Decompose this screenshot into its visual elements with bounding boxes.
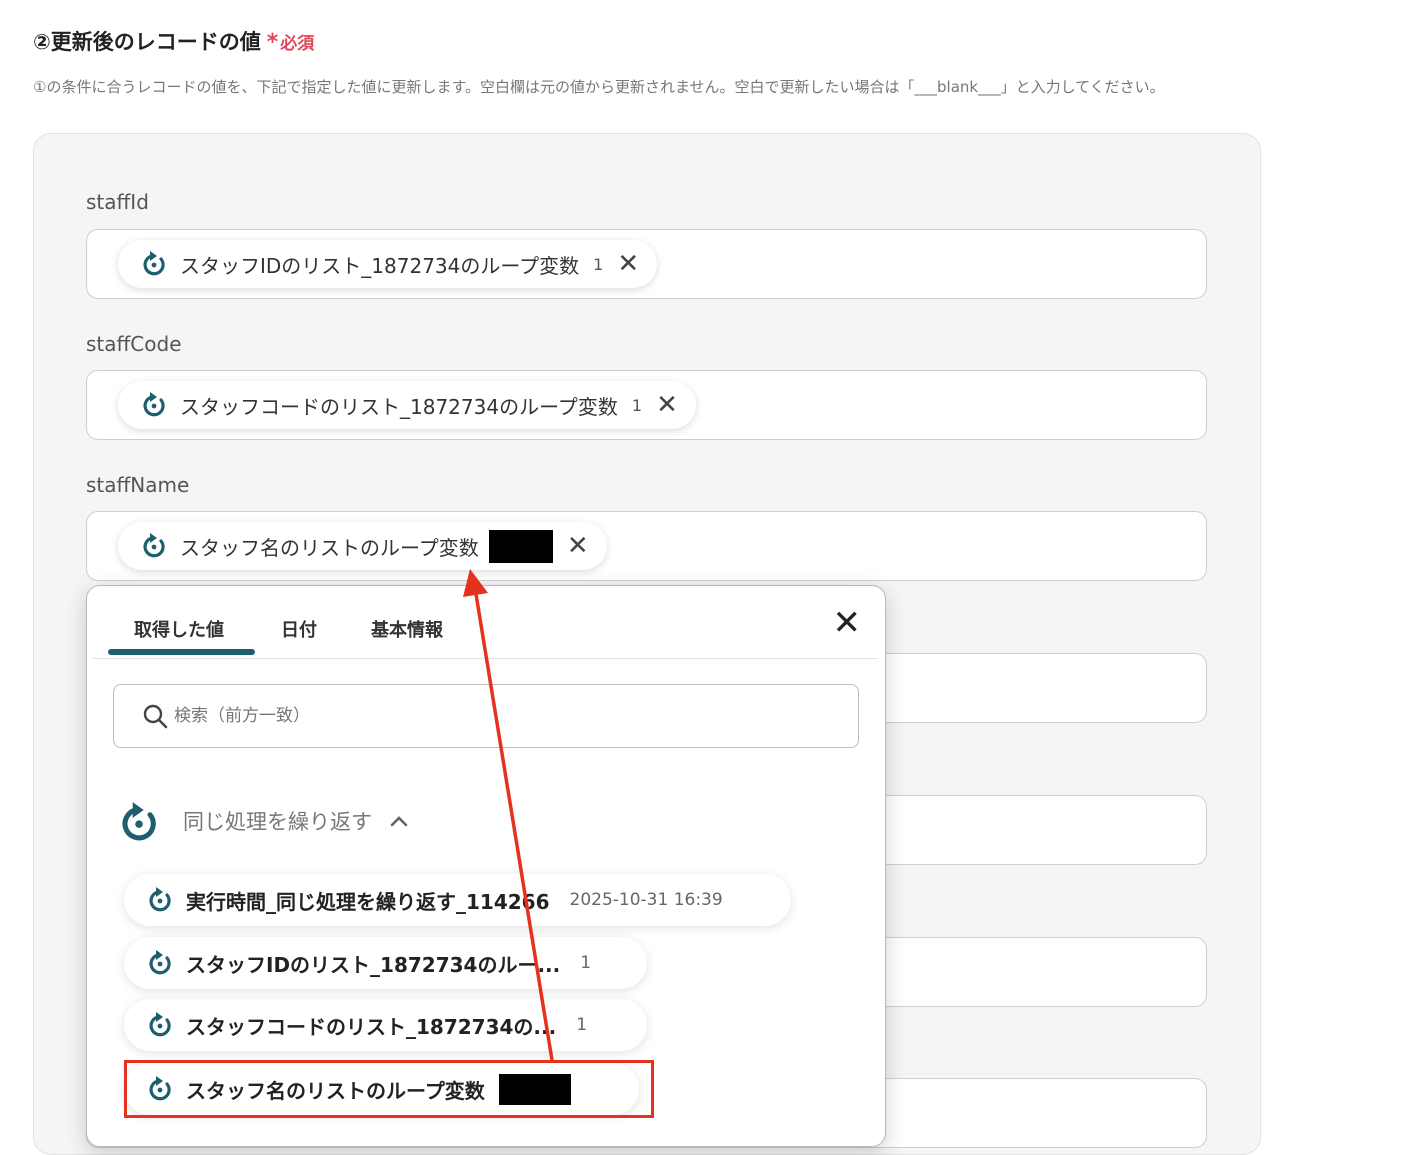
- chip-value: 1: [631, 395, 643, 415]
- remove-chip-icon[interactable]: ✕: [617, 251, 639, 277]
- field-label-staffname: staffName: [86, 473, 190, 497]
- list-item[interactable]: 実行時間_同じ処理を繰り返す_114266 2025-10-31 16:39: [124, 874, 791, 926]
- loop-icon: [143, 533, 165, 558]
- list-item[interactable]: スタッフコードのリスト_1872734の... 1: [124, 999, 647, 1051]
- required-badge: * 必須: [266, 30, 315, 55]
- field-input-staffcode[interactable]: スタッフコードのリスト_1872734のループ変数 1 ✕: [86, 370, 1207, 440]
- group-header[interactable]: 同じ処理を繰り返す: [117, 791, 408, 851]
- variable-chip[interactable]: スタッフIDのリスト_1872734のループ変数 1 ✕: [118, 240, 658, 288]
- active-tab-indicator: [108, 649, 255, 655]
- chip-label: スタッフコードのリスト_1872734のループ変数: [180, 394, 618, 419]
- chip-label: スタッフIDのリスト_1872734のループ変数: [180, 253, 580, 278]
- item-label: 実行時間_同じ処理を繰り返す_114266: [186, 889, 550, 914]
- section-title-text: ②更新後のレコードの値: [33, 30, 261, 54]
- chip-label: スタッフ名のリストのループ変数: [180, 535, 479, 560]
- search-icon: [143, 704, 168, 729]
- popup-tabs: 取得した値 日付 基本情報: [93, 586, 878, 659]
- item-value: 1: [580, 953, 592, 973]
- item-value: 1: [576, 1015, 588, 1035]
- chevron-up-icon[interactable]: [390, 815, 408, 827]
- tab-date[interactable]: 日付: [281, 616, 317, 642]
- tab-basic-info[interactable]: 基本情報: [371, 616, 443, 642]
- loop-icon: [143, 392, 165, 417]
- field-label-staffid: staffId: [86, 190, 149, 214]
- list-item[interactable]: スタッフIDのリスト_1872734のルー... 1: [124, 937, 647, 989]
- field-input-staffname[interactable]: スタッフ名のリストのループ変数 ✕: [86, 511, 1207, 581]
- variable-chip[interactable]: スタッフ名のリストのループ変数 ✕: [118, 522, 607, 570]
- loop-icon: [149, 1012, 171, 1037]
- loop-icon: [143, 251, 165, 276]
- loop-icon: [122, 802, 156, 841]
- item-label: スタッフIDのリスト_1872734のルー...: [186, 952, 561, 977]
- tab-acquired-values[interactable]: 取得した値: [134, 616, 224, 642]
- loop-icon: [149, 887, 171, 912]
- required-label: 必須: [280, 34, 315, 54]
- field-input-staffid[interactable]: スタッフIDのリスト_1872734のループ変数 1 ✕: [86, 229, 1207, 299]
- item-label: スタッフコードのリスト_1872734の...: [186, 1014, 557, 1039]
- chip-value: 1: [593, 254, 604, 274]
- loop-icon: [149, 950, 171, 975]
- remove-chip-icon[interactable]: ✕: [656, 392, 678, 418]
- search-field[interactable]: [113, 684, 859, 748]
- variable-chip[interactable]: スタッフコードのリスト_1872734のループ変数 1 ✕: [118, 381, 696, 429]
- search-input[interactable]: [168, 705, 776, 727]
- redacted-value: [488, 529, 553, 563]
- close-icon[interactable]: ✕: [833, 606, 862, 640]
- field-label-staffcode: staffCode: [86, 332, 182, 356]
- section-description: ①の条件に合うレコードの値を、下記で指定した値に更新します。空白欄は元の値から更…: [33, 78, 1165, 96]
- group-title: 同じ処理を繰り返す: [183, 810, 372, 834]
- remove-chip-icon[interactable]: ✕: [567, 533, 589, 559]
- item-value: 2025-10-31 16:39: [569, 890, 723, 910]
- highlight-box: [124, 1060, 654, 1118]
- section-title: ②更新後のレコードの値 * 必須: [33, 26, 314, 56]
